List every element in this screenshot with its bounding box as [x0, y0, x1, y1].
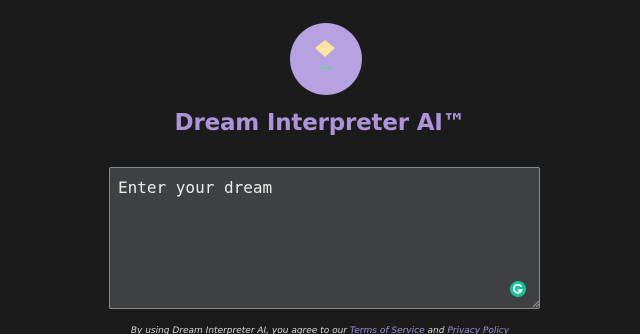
privacy-policy-link[interactable]: Privacy Policy	[447, 326, 509, 334]
terms-of-service-link[interactable]: Terms of Service	[350, 326, 425, 334]
terms-notice-text: By using Dream Interpreter AI, you agree…	[130, 326, 347, 334]
logo	[290, 23, 362, 95]
grammarly-icon[interactable]	[510, 281, 526, 297]
dream-input[interactable]	[109, 167, 540, 309]
resize-handle[interactable]	[532, 300, 540, 308]
page: Dream Interpreter AI™ By using Dream Int…	[0, 0, 640, 334]
dream-crystal-icon	[315, 40, 335, 69]
terms-notice-conjunction: and	[427, 326, 445, 334]
terms-notice: By using Dream Interpreter AI, you agree…	[0, 326, 640, 334]
page-title: Dream Interpreter AI™	[174, 110, 466, 136]
